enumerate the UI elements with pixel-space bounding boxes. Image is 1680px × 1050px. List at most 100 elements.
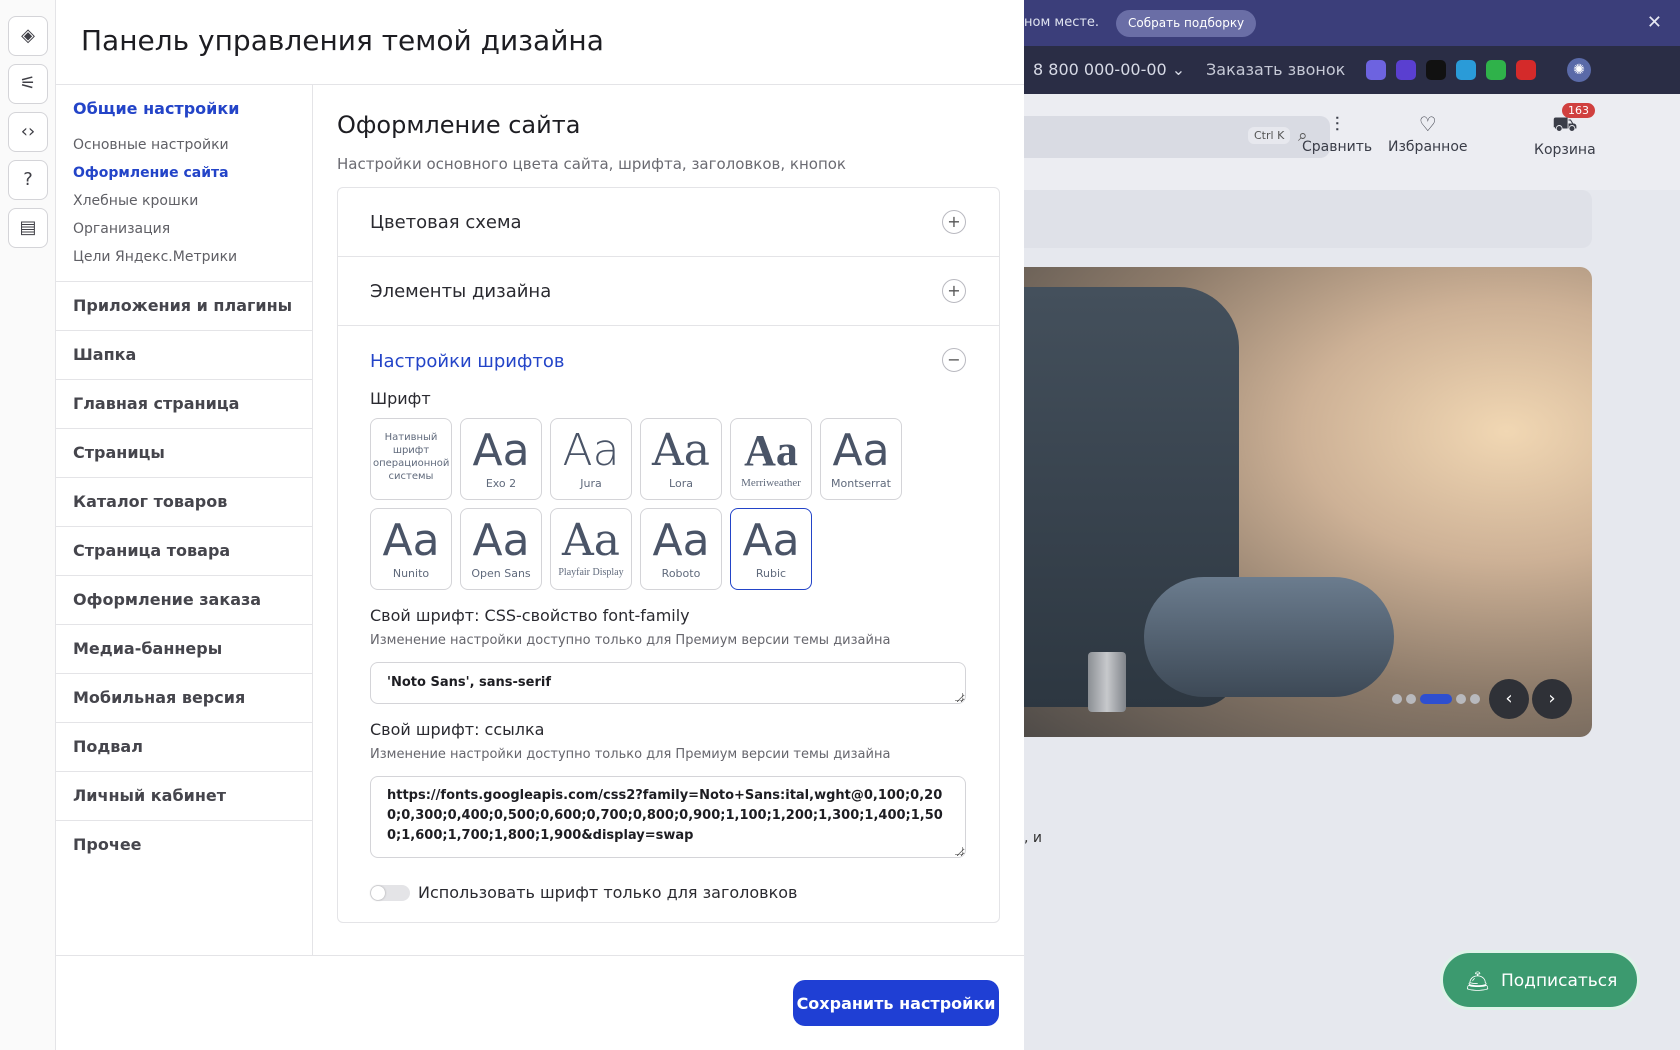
site-promo-bar: ном месте. Собрать подборку ✕: [1024, 0, 1680, 46]
odnoklassniki-icon[interactable]: [1396, 60, 1416, 80]
toggle-knob: [371, 886, 385, 900]
code-icon[interactable]: ‹›: [8, 112, 48, 152]
font-tile-exo2[interactable]: Aa Exo 2: [460, 418, 542, 500]
panel-header: Панель управления темой дизайна: [56, 0, 1024, 85]
nav-section-header[interactable]: Шапка: [56, 330, 312, 379]
callback-link[interactable]: Заказать звонок: [1206, 60, 1345, 79]
nav-section-home[interactable]: Главная страница: [56, 379, 312, 428]
youtube-icon[interactable]: [1516, 60, 1536, 80]
font-label: Шрифт: [370, 389, 431, 408]
nav-section-footer[interactable]: Подвал: [56, 722, 312, 771]
theme-settings-panel: Панель управления темой дизайна Общие на…: [56, 0, 1024, 1050]
gear-icon[interactable]: ✺: [1567, 58, 1591, 82]
nav-section-other[interactable]: Прочее: [56, 820, 312, 869]
subscribe-button[interactable]: 🛎 Подписаться: [1440, 950, 1640, 1010]
site-search[interactable]: Ctrl K ⌕: [1024, 116, 1330, 158]
nav-section-catalog[interactable]: Каталог товаров: [56, 477, 312, 526]
chat-icon[interactable]: ▤: [8, 208, 48, 248]
minus-icon[interactable]: −: [942, 348, 966, 372]
site-contact-bar: 8 800 000-00-00 ⌄ Заказать звонок ✺: [1024, 46, 1680, 94]
tool-rail: ◈ ⚟ ‹› ? ▤: [0, 0, 56, 1050]
nav-section-product[interactable]: Страница товара: [56, 526, 312, 575]
heart-icon: ♡: [1418, 112, 1437, 136]
rutube-icon[interactable]: [1426, 60, 1446, 80]
save-button[interactable]: Сохранить настройки: [793, 980, 999, 1026]
compare-link[interactable]: ⫶ Сравнить: [1302, 112, 1372, 155]
nav-section-pages[interactable]: Страницы: [56, 428, 312, 477]
font-tile-lora[interactable]: Aa Lora: [640, 418, 722, 500]
plus-icon[interactable]: +: [942, 279, 966, 303]
slider-dot[interactable]: [1406, 694, 1416, 704]
font-tile-playfair[interactable]: Aa Playfair Display: [550, 508, 632, 590]
nav-section-banners[interactable]: Медиа-баннеры: [56, 624, 312, 673]
nav-section-apps[interactable]: Приложения и плагины: [56, 281, 312, 330]
page-title: Панель управления темой дизайна: [81, 24, 604, 57]
custom-link-hint: Изменение настройки доступно только для …: [370, 747, 891, 762]
headings-only-toggle[interactable]: [370, 885, 410, 901]
cup-image: [1088, 652, 1126, 712]
custom-link-input[interactable]: https://fonts.googleapis.com/css2?family…: [370, 776, 966, 858]
nav-item-metrika[interactable]: Цели Яндекс.Метрики: [73, 249, 237, 265]
custom-family-input[interactable]: 'Noto Sans', sans-serif: [370, 662, 966, 704]
font-tile-merriweather[interactable]: Aa Merriweather: [730, 418, 812, 500]
settings-nav: Общие настройки Основные настройки Оформ…: [56, 85, 313, 955]
slider-dot[interactable]: [1456, 694, 1466, 704]
nav-item-basic[interactable]: Основные настройки: [73, 137, 229, 153]
site-catalog-strip: [1024, 190, 1592, 248]
bell-icon: 🛎: [1465, 969, 1491, 993]
slider-next-button[interactable]: ›: [1532, 679, 1572, 719]
nav-section-mobile[interactable]: Мобильная версия: [56, 673, 312, 722]
social-links: [1366, 60, 1536, 80]
background-site: ном месте. Собрать подборку ✕ 8 800 000-…: [1024, 0, 1680, 1050]
accordion-design-elements[interactable]: Элементы дизайна +: [338, 257, 999, 326]
telegram-icon[interactable]: [1456, 60, 1476, 80]
search-shortcut: Ctrl K: [1248, 127, 1291, 144]
resize-handle[interactable]: [955, 847, 963, 855]
font-tile-open-sans[interactable]: Aa Open Sans: [460, 508, 542, 590]
resize-handle[interactable]: [955, 693, 963, 701]
phone-link[interactable]: 8 800 000-00-00 ⌄: [1033, 60, 1185, 79]
panel-footer: Сохранить настройки: [56, 955, 1024, 1050]
custom-link-label: Свой шрифт: ссылка: [370, 720, 545, 739]
nav-section-account[interactable]: Личный кабинет: [56, 771, 312, 820]
font-tile-jura[interactable]: Aa Jura: [550, 418, 632, 500]
nav-item-breadcrumbs[interactable]: Хлебные крошки: [73, 193, 198, 209]
nav-section-checkout[interactable]: Оформление заказа: [56, 575, 312, 624]
accordion-color-scheme[interactable]: Цветовая схема +: [338, 188, 999, 257]
section-title: Оформление сайта: [337, 111, 581, 139]
chevron-down-icon: ⌄: [1171, 60, 1186, 79]
headings-only-label: Использовать шрифт только для заголовков: [418, 883, 798, 902]
slider-dot[interactable]: [1470, 694, 1480, 704]
close-icon[interactable]: ✕: [1647, 12, 1662, 33]
whatsapp-icon[interactable]: [1486, 60, 1506, 80]
custom-family-label: Свой шрифт: CSS-свойство font-family: [370, 606, 690, 625]
slider-dot-active[interactable]: [1420, 694, 1452, 704]
max-icon[interactable]: [1366, 60, 1386, 80]
cart-count-badge: 163: [1562, 103, 1595, 118]
font-tile-rubic[interactable]: Aa Rubic: [730, 508, 812, 590]
favorites-link[interactable]: ♡ Избранное: [1388, 112, 1468, 155]
promo-text: ном месте.: [1024, 15, 1100, 30]
settings-content: Оформление сайта Настройки основного цве…: [314, 85, 1024, 955]
font-tile-roboto[interactable]: Aa Roboto: [640, 508, 722, 590]
compare-icon: ⫶: [1334, 112, 1340, 136]
slider-dot[interactable]: [1392, 694, 1402, 704]
font-tile-native[interactable]: Нативный шрифт операционной системы: [370, 418, 452, 500]
help-icon[interactable]: ?: [8, 160, 48, 200]
site-text-fragment: , и: [1024, 830, 1042, 846]
layers-icon[interactable]: ◈: [8, 16, 48, 56]
nav-item-site-design[interactable]: Оформление сайта: [73, 165, 229, 181]
nav-item-organization[interactable]: Организация: [73, 221, 170, 237]
font-tile-montserrat[interactable]: Aa Montserrat: [820, 418, 902, 500]
cart-link[interactable]: ⛟ Корзина: [1534, 112, 1596, 158]
section-description: Настройки основного цвета сайта, шрифта,…: [337, 155, 846, 173]
sliders-icon[interactable]: ⚟: [8, 64, 48, 104]
accordion-fonts[interactable]: Настройки шрифтов: [370, 351, 564, 372]
sleeping-bag-image: [1144, 577, 1394, 697]
plus-icon[interactable]: +: [942, 210, 966, 234]
slider-dots: [1392, 694, 1480, 704]
nav-group-general[interactable]: Общие настройки: [73, 99, 239, 118]
collect-button[interactable]: Собрать подборку: [1116, 10, 1257, 37]
slider-prev-button[interactable]: ‹: [1489, 679, 1529, 719]
font-tile-nunito[interactable]: Aa Nunito: [370, 508, 452, 590]
